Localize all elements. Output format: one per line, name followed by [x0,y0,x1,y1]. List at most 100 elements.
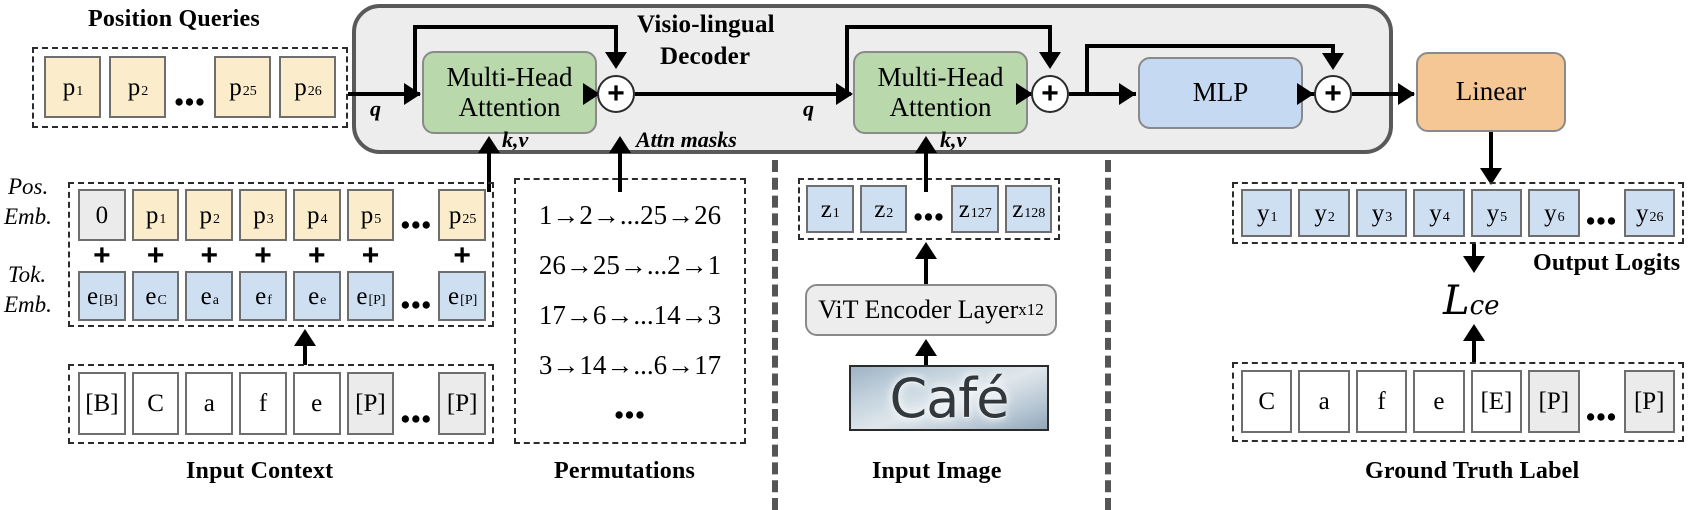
input-image-text: Café [889,366,1009,430]
arrow-into-linear [1398,83,1415,105]
ground-truth-chip[interactable]: [P] [1623,370,1675,433]
image-token-chip[interactable]: z 128 [1004,185,1052,233]
input-context-chip-ellipsis: ••• [400,404,432,434]
tok-embedding-chip-subscript: f [267,293,272,308]
ground-truth-chip-label: f [1377,388,1386,415]
embedding-plus-sign: + [307,239,326,272]
tok-embedding-chip-label: e [200,282,212,310]
output-logit-chip[interactable]: y5 [1470,189,1523,237]
ground-truth-chip[interactable]: a [1298,370,1350,433]
input-context-chip[interactable]: [P] [438,372,487,435]
ground-truth-chip[interactable]: [E] [1470,370,1523,433]
tok-embedding-chip-ellipsis: ••• [400,290,432,320]
input-context-chip[interactable]: C [131,372,180,435]
decoder-title-line2: Decoder [660,43,751,70]
pos-embedding-chip[interactable]: p5 [346,189,395,241]
permutation-line: 26→25→...2→1 [538,249,722,280]
pos-embedding-chip-label: p [306,201,320,229]
position-query-chip[interactable]: p 25 [214,56,271,118]
vit-to-ztok-stem [924,258,928,284]
tok-embedding-chip-subscript: C [157,293,167,308]
output-logit-chip[interactable]: y3 [1355,189,1408,237]
input-context-chip[interactable]: [B] [78,372,126,435]
tok-embedding-chip[interactable]: ea [185,271,234,321]
pos-embedding-chip[interactable]: p4 [292,189,341,241]
tok-embedding-chip[interactable]: ef [239,271,287,321]
arrow-mlp-to-plus3 [1297,83,1314,105]
position-query-chip-label: p [294,73,307,101]
image-token-chip[interactable]: z2 [859,185,907,233]
output-logit-chip-label: y [1635,199,1649,227]
skip2-vertical-up [845,25,849,92]
residual-add-3: + [1314,75,1352,113]
ground-truth-chip[interactable]: [P] [1528,370,1580,433]
plus3-glyph: + [1324,77,1342,110]
loss-symbol-subscript: ce [1469,291,1500,321]
multi-head-attention-2[interactable]: Multi-Head Attention [853,51,1028,134]
arrow-into-plus1 [605,52,627,69]
mha2-label-line1: Multi-Head [877,62,1004,93]
spine-plus1-to-mha2 [635,92,851,96]
pos-embedding-chip[interactable]: p3 [239,189,287,241]
pos-embedding-chip[interactable]: p 25 [438,189,487,241]
tok-embedding-chip[interactable]: e [P] [438,271,487,321]
q-label-1: q [370,96,381,121]
position-query-chip-label: p [229,73,242,101]
pos-embedding-chip[interactable]: 0 [78,189,126,241]
tok-embedding-chip[interactable]: e [B] [78,271,126,321]
vit-encoder-layer[interactable]: ViT Encoder Layer x12 [805,284,1057,336]
cross-entropy-loss-symbol: Lce [1443,278,1500,324]
output-logit-chip[interactable]: y6 [1528,189,1580,237]
position-query-chip-subscript: 26 [307,84,322,99]
ground-truth-chip[interactable]: C [1241,370,1293,433]
permutation-ellipsis: ••• [614,399,646,430]
input-context-chip[interactable]: f [239,372,287,435]
separator-left [772,160,778,510]
mha1-label-line2: Attention [458,91,561,122]
position-query-chip[interactable]: p 26 [279,56,336,118]
output-logit-chip[interactable]: y2 [1298,189,1350,237]
tok-embedding-chip[interactable]: e [P] [346,271,395,321]
arrow-kv2 [915,136,937,153]
tok-embedding-chip[interactable]: eC [131,271,180,321]
position-query-chip[interactable]: p1 [44,56,101,118]
pos-embedding-chip-subscript: 25 [462,212,477,227]
input-context-title: Input Context [186,458,334,484]
image-token-chip[interactable]: z 127 [951,185,999,233]
embedding-plus-sign: + [453,239,471,272]
ground-truth-chip[interactable]: e [1413,370,1465,433]
linear-label: Linear [1455,76,1527,107]
output-logit-chip[interactable]: y 26 [1623,189,1675,237]
image-token-chip-label: z [1012,195,1024,223]
image-token-chip-subscript: 128 [1024,206,1046,221]
pos-embedding-chip[interactable]: p1 [131,189,180,241]
output-logit-chip[interactable]: y1 [1241,189,1293,237]
input-context-chip[interactable]: a [185,372,234,435]
output-logit-chip-label: y [1486,199,1500,227]
linear-block[interactable]: Linear [1416,52,1566,132]
image-token-chip[interactable]: z1 [806,185,854,233]
pos-embeddings-row: 0 p 1 p 2 p 3 p 4 p 5 ••• p 25 [78,189,487,241]
separator-right [1105,160,1111,510]
tok-embedding-chip[interactable]: ee [292,271,341,321]
tok-emb-label-line1: Tok. [8,262,47,287]
decoder-title-line1: Visio-lingual [637,11,775,38]
multi-head-attention-1[interactable]: Multi-Head Attention [422,51,597,134]
image-token-chip-label: z [820,195,832,223]
position-query-chip[interactable]: p2 [109,56,166,118]
output-logit-chip[interactable]: y4 [1413,189,1465,237]
skip1-vertical-up [413,25,417,92]
permutation-line: 3→14→...6→17 [538,349,722,380]
input-context-chip[interactable]: e [292,372,341,435]
arrow-image-to-vit [915,339,937,356]
ground-truth-chip[interactable]: f [1355,370,1408,433]
skip3-vertical-up [1085,44,1089,92]
input-context-chip[interactable]: [P] [346,372,395,435]
pos-embedding-chip-label: 0 [95,201,109,229]
ground-truth-chip-label: C [1258,388,1276,415]
input-context-chip-label: a [203,390,215,417]
pos-embedding-chip[interactable]: p2 [185,189,234,241]
pos-emb-label-line2: Emb. [4,204,52,229]
mlp-block[interactable]: MLP [1138,57,1303,129]
image-token-chip-subscript: 127 [970,206,992,221]
